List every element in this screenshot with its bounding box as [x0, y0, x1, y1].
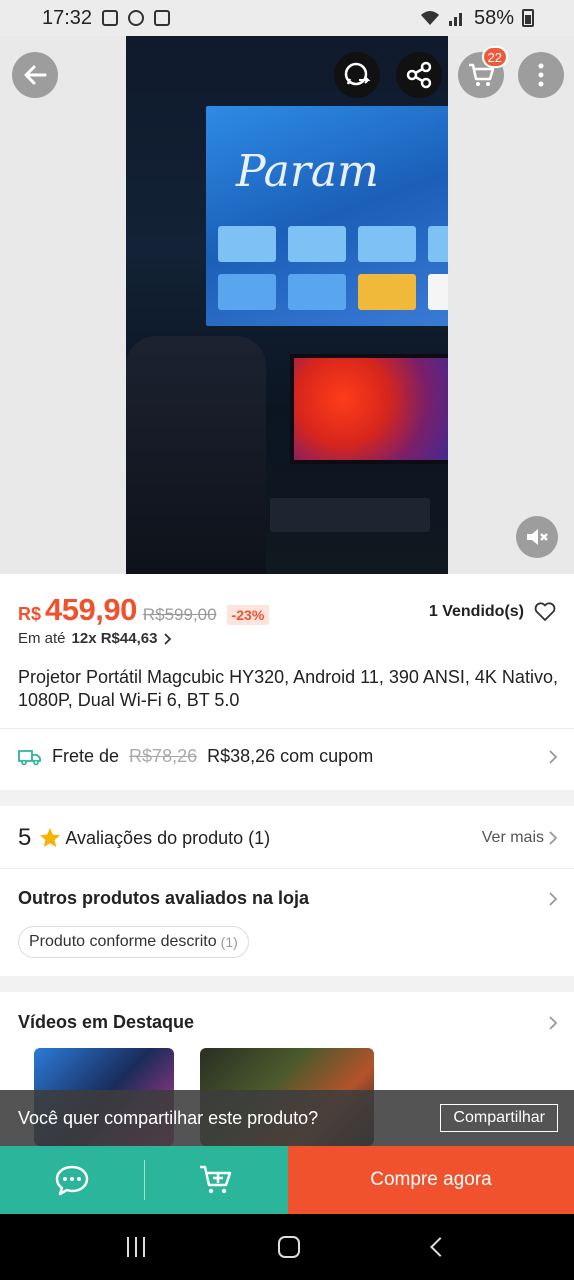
volume-mute-icon	[527, 529, 548, 545]
recent-apps-button[interactable]	[126, 1237, 145, 1257]
whatsapp-share-button[interactable]	[334, 52, 380, 98]
secondary-actions	[0, 1146, 288, 1214]
divider	[0, 728, 574, 729]
signal-icon	[448, 13, 462, 26]
sold-count-row: 1 Vendido(s)	[429, 602, 556, 622]
price-section: R$ 459,90 R$599,00 -23% 1 Vendido(s) Em …	[0, 574, 574, 790]
installment-prefix: Em até	[18, 630, 66, 647]
product-media[interactable]: Param	[0, 36, 574, 574]
gallery-icon	[102, 10, 119, 26]
system-nav-bar	[0, 1214, 574, 1280]
shipping-label: Frete de	[52, 746, 120, 766]
chat-button[interactable]	[0, 1146, 144, 1214]
discount-badge: -23%	[226, 605, 270, 625]
add-to-cart-button[interactable]	[145, 1146, 289, 1214]
truck-icon	[18, 749, 41, 765]
installment-info[interactable]: Em até 12x R$44,63	[18, 630, 173, 647]
app-icon	[154, 10, 171, 26]
see-more-link[interactable]: Ver mais	[482, 829, 558, 847]
share-prompt-message: Você quer compartilhar este produto?	[18, 1107, 319, 1128]
projector-image	[126, 336, 266, 574]
chevron-right-icon	[549, 1015, 558, 1030]
wifi-icon	[420, 11, 439, 25]
add-to-cart-icon	[200, 1165, 232, 1194]
reviews-title: Avaliações do produto (1)	[65, 827, 271, 848]
other-products-title: Outros produtos avaliados na loja	[18, 888, 310, 908]
more-options-button[interactable]	[518, 52, 564, 98]
current-price: 459,90	[45, 592, 137, 627]
review-tag-chip[interactable]: Produto conforme descrito (1)	[18, 926, 249, 958]
installment-value: 12x R$44,63	[71, 630, 158, 647]
status-bar: 17:32 58%	[0, 0, 574, 36]
tv-app-tiles	[218, 226, 448, 310]
price-currency: R$	[18, 604, 42, 624]
notification-icon	[128, 10, 145, 26]
shipping-new-price: R$38,26 com cupom	[207, 746, 374, 766]
status-left: 17:32	[42, 6, 171, 30]
heart-icon[interactable]	[534, 602, 556, 622]
more-vertical-icon	[538, 63, 544, 87]
price-row: R$ 459,90 R$599,00 -23%	[18, 592, 270, 628]
chevron-right-icon	[549, 831, 558, 845]
reviews-header[interactable]: 5 Avaliações do produto (1) Ver mais	[18, 824, 558, 852]
bottom-action-bar: Compre agora	[0, 1146, 574, 1214]
keyboard-image	[270, 498, 430, 532]
chevron-right-icon	[549, 891, 558, 906]
back-nav-button[interactable]	[430, 1237, 451, 1257]
shipping-row[interactable]: Frete de R$78,26 R$38,26 com cupom	[18, 746, 558, 767]
see-more-label: Ver mais	[481, 829, 544, 846]
status-time: 17:32	[42, 6, 93, 29]
product-video[interactable]: Param	[126, 36, 448, 574]
shipping-old-price: R$78,26	[129, 746, 198, 766]
old-price: R$599,00	[142, 605, 217, 624]
buy-now-button[interactable]: Compre agora	[288, 1146, 574, 1214]
monitor-image	[290, 354, 448, 464]
arrow-left-icon	[24, 65, 47, 85]
back-button[interactable]	[12, 52, 58, 98]
share-button[interactable]	[396, 52, 442, 98]
review-tag-count: (1)	[220, 934, 238, 950]
chevron-right-icon	[164, 632, 172, 645]
battery-percent: 58%	[473, 6, 514, 29]
review-tag-label: Produto conforme descrito	[29, 933, 217, 950]
chat-icon	[55, 1165, 88, 1196]
star-icon	[40, 828, 61, 847]
share-prompt-banner: Você quer compartilhar este produto? Com…	[0, 1090, 574, 1146]
reviews-section: 5 Avaliações do produto (1) Ver mais Out…	[0, 806, 574, 976]
divider	[0, 868, 574, 869]
featured-videos-title: Vídeos em Destaque	[18, 1012, 195, 1032]
product-title: Projetor Portátil Magcubic HY320, Androi…	[18, 667, 558, 710]
chevron-right-icon	[549, 749, 558, 764]
home-button[interactable]	[277, 1236, 300, 1258]
battery-icon	[522, 9, 534, 27]
other-products-row[interactable]: Outros produtos avaliados na loja	[18, 888, 558, 909]
rating-value: 5	[18, 824, 32, 851]
featured-videos-header[interactable]: Vídeos em Destaque	[18, 1012, 558, 1033]
status-right: 58%	[420, 7, 534, 30]
tv-screen-image: Param	[206, 106, 448, 326]
cart-count-badge: 22	[481, 46, 508, 68]
cart-button[interactable]: 22	[458, 46, 508, 98]
tv-brand-text: Param	[236, 146, 379, 197]
share-icon	[406, 61, 432, 89]
mute-button[interactable]	[516, 516, 558, 558]
sold-count: 1 Vendido(s)	[428, 603, 524, 620]
share-prompt-button[interactable]: Compartilhar	[440, 1104, 558, 1132]
whatsapp-icon	[344, 62, 371, 86]
